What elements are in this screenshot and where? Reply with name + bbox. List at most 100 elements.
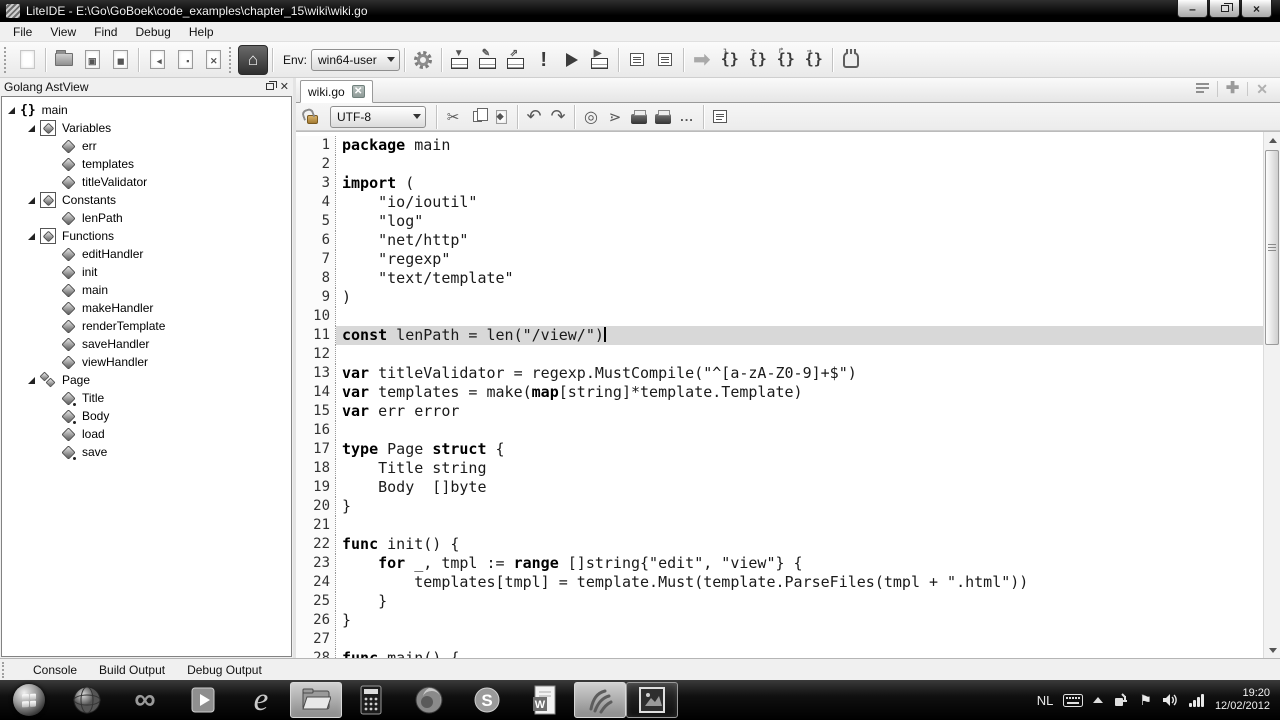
tab-list-button[interactable] <box>1188 81 1217 97</box>
paste-button[interactable]: ◆ <box>489 105 513 129</box>
code-line-11[interactable]: 11const lenPath = len("/view/") <box>296 326 1263 345</box>
tree-item-main[interactable]: main <box>2 281 291 299</box>
new-tab-button[interactable]: ✚ <box>1217 81 1247 97</box>
run-button[interactable] <box>558 46 586 74</box>
open-file-button[interactable] <box>50 46 78 74</box>
syntax-check-button[interactable]: ! <box>530 46 558 74</box>
code-line-10[interactable]: 10 <box>296 307 1263 326</box>
tree-item-main[interactable]: {}main <box>2 101 291 119</box>
keyboard-layout-button[interactable] <box>1063 694 1083 707</box>
taskbar-item-calculator[interactable] <box>342 680 400 720</box>
tree-item-renderTemplate[interactable]: renderTemplate <box>2 317 291 335</box>
debug-run-button[interactable]: ▶ <box>586 46 614 74</box>
code-line-23[interactable]: 23 for _, tmpl := range []string{"edit",… <box>296 554 1263 573</box>
close-panel-button[interactable]: ✕ <box>280 82 289 93</box>
continue-button[interactable]: ➡ <box>688 46 716 74</box>
insert-breakpoint-button[interactable] <box>623 46 651 74</box>
tab-wiki-go[interactable]: wiki.go ✕ <box>300 80 373 103</box>
revert-button[interactable]: ◂ <box>143 46 171 74</box>
tree-item-saveHandler[interactable]: saveHandler <box>2 335 291 353</box>
show-hidden-icons-button[interactable] <box>1093 697 1103 703</box>
code-line-24[interactable]: 24 templates[tmpl] = template.Must(templ… <box>296 573 1263 592</box>
tree-item-Variables[interactable]: Variables <box>2 119 291 137</box>
tree-item-editHandler[interactable]: editHandler <box>2 245 291 263</box>
float-panel-button[interactable] <box>266 82 274 93</box>
close-button[interactable]: × <box>1241 0 1272 18</box>
start-button[interactable] <box>0 680 58 720</box>
expander-icon[interactable] <box>28 125 35 132</box>
taskbar-item-windows-explorer[interactable] <box>290 682 342 718</box>
menu-item-find[interactable]: Find <box>85 23 126 41</box>
tree-item-err[interactable]: err <box>2 137 291 155</box>
output-tab-console[interactable]: Console <box>22 663 88 677</box>
export-button[interactable]: ⋗ <box>603 105 627 129</box>
step-into-button[interactable]: ↴{} <box>716 46 744 74</box>
taskbar-item-liteide[interactable] <box>574 682 626 718</box>
word-wrap-button[interactable] <box>708 105 732 129</box>
undo-button[interactable]: ↶ <box>522 105 546 129</box>
code-line-15[interactable]: 15var err error <box>296 402 1263 421</box>
scroll-up-button[interactable] <box>1264 132 1280 148</box>
menu-item-help[interactable]: Help <box>180 23 223 41</box>
code-line-13[interactable]: 13var titleValidator = regexp.MustCompil… <box>296 364 1263 383</box>
env-combobox[interactable]: win64-user <box>311 49 400 71</box>
taskbar-item-internet-explorer[interactable]: e <box>232 680 290 720</box>
code-editor[interactable]: 1package main23import (4 "io/ioutil"5 "l… <box>296 131 1280 658</box>
expander-icon[interactable] <box>28 197 35 204</box>
build-file-button[interactable]: ✎ <box>474 46 502 74</box>
code-line-6[interactable]: 6 "net/http" <box>296 231 1263 250</box>
expander-icon[interactable] <box>28 377 35 384</box>
scroll-down-button[interactable] <box>1264 642 1280 658</box>
menu-item-view[interactable]: View <box>41 23 85 41</box>
code-lines[interactable]: 1package main23import (4 "io/ioutil"5 "l… <box>296 132 1263 658</box>
tree-item-save[interactable]: save <box>2 443 291 461</box>
taskbar-item-infinity-app[interactable]: ∞ <box>116 680 174 720</box>
tree-item-viewHandler[interactable]: viewHandler <box>2 353 291 371</box>
tree-item-titleValidator[interactable]: titleValidator <box>2 173 291 191</box>
more-button[interactable]: ... <box>675 105 699 129</box>
expander-icon[interactable] <box>8 107 15 114</box>
tree-item-Page[interactable]: Page <box>2 371 291 389</box>
code-line-1[interactable]: 1package main <box>296 136 1263 155</box>
code-line-20[interactable]: 20} <box>296 497 1263 516</box>
taskbar-item-media-player[interactable] <box>174 680 232 720</box>
code-line-3[interactable]: 3import ( <box>296 174 1263 193</box>
code-line-7[interactable]: 7 "regexp" <box>296 250 1263 269</box>
tree-item-lenPath[interactable]: lenPath <box>2 209 291 227</box>
vertical-scrollbar[interactable] <box>1263 132 1280 658</box>
tab-close-button[interactable]: ✕ <box>352 85 365 98</box>
volume-button[interactable] <box>1162 693 1178 707</box>
toolbar-grip[interactable] <box>229 47 234 73</box>
code-line-17[interactable]: 17type Page struct { <box>296 440 1263 459</box>
code-line-16[interactable]: 16 <box>296 421 1263 440</box>
minimize-button[interactable]: – <box>1177 0 1208 18</box>
stop-button[interactable] <box>837 46 865 74</box>
code-line-5[interactable]: 5 "log" <box>296 212 1263 231</box>
taskbar-item-photo-viewer[interactable] <box>626 682 678 718</box>
print-preview-button[interactable] <box>651 105 675 129</box>
code-line-18[interactable]: 18 Title string <box>296 459 1263 478</box>
tree-item-Constants[interactable]: Constants <box>2 191 291 209</box>
code-line-22[interactable]: 22func init() { <box>296 535 1263 554</box>
close-file-button[interactable]: ▪ <box>171 46 199 74</box>
copy-button[interactable] <box>465 105 489 129</box>
code-line-8[interactable]: 8 "text/template" <box>296 269 1263 288</box>
step-out-button[interactable]: ↱{} <box>772 46 800 74</box>
home-button[interactable]: ⌂ <box>238 45 268 75</box>
action-center-button[interactable]: ⚑ <box>1139 692 1152 709</box>
record-macro-button[interactable]: ◎ <box>579 105 603 129</box>
remove-breakpoint-button[interactable] <box>651 46 679 74</box>
code-line-14[interactable]: 14var templates = make(map[string]*templ… <box>296 383 1263 402</box>
save-file-button[interactable]: ▣ <box>78 46 106 74</box>
new-file-button[interactable] <box>13 46 41 74</box>
safely-remove-button[interactable] <box>1113 692 1129 708</box>
lock-button[interactable] <box>300 105 324 129</box>
close-tab-button[interactable]: ✕ <box>1247 82 1276 96</box>
build-config-button[interactable] <box>409 46 437 74</box>
encoding-combobox[interactable]: UTF-8 <box>330 106 426 128</box>
taskbar-clock[interactable]: 19:20 12/02/2012 <box>1215 687 1270 713</box>
taskbar-item-skype[interactable]: S <box>458 680 516 720</box>
close-all-button[interactable]: ✕ <box>199 46 227 74</box>
toolbar-grip[interactable] <box>4 47 9 73</box>
tree-item-makeHandler[interactable]: makeHandler <box>2 299 291 317</box>
